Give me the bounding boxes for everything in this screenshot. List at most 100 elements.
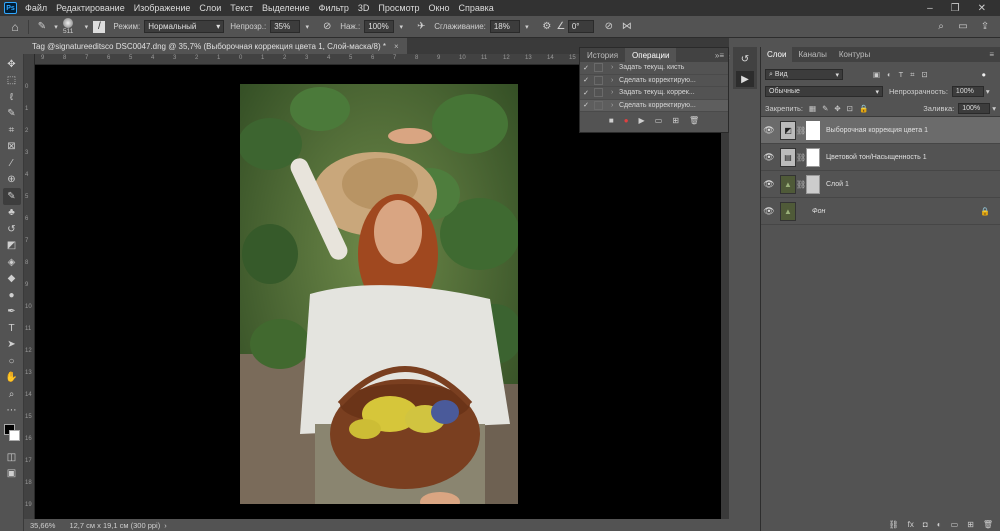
healing-brush-tool-icon[interactable]: ⊕	[3, 172, 21, 189]
type-tool-icon[interactable]: T	[3, 320, 21, 337]
clone-stamp-tool-icon[interactable]: ♣	[3, 205, 21, 222]
history-panel-icon[interactable]: ↺	[736, 51, 754, 67]
more-tools-icon[interactable]: ⋯	[3, 403, 21, 420]
menu-layers[interactable]: Слои	[199, 3, 221, 13]
eyedropper-tool-icon[interactable]: ⁄	[3, 155, 21, 172]
delete-layer-icon[interactable]: 🗑	[983, 520, 993, 529]
lock-position-icon[interactable]: ✥	[834, 104, 840, 113]
home-icon[interactable]: ⌂	[8, 20, 22, 34]
layer-name[interactable]: Цветовой тон/Насыщенность 1	[826, 154, 927, 161]
chevron-down-icon[interactable]: ▾	[49, 20, 63, 34]
filter-pixel-icon[interactable]: ▣	[873, 70, 880, 80]
quick-selection-tool-icon[interactable]: ✎	[3, 106, 21, 123]
path-selection-tool-icon[interactable]: ➤	[3, 337, 21, 354]
action-item[interactable]: ✓ › Задать текущ. кисть	[580, 62, 728, 75]
layer-mask-thumbnail[interactable]	[806, 120, 820, 140]
search-icon[interactable]: ⌕	[934, 20, 948, 34]
maximize-icon[interactable]: ❐	[951, 3, 960, 14]
menu-file[interactable]: Файл	[25, 3, 47, 13]
flow-field[interactable]: 100%	[364, 20, 395, 33]
quick-mask-icon[interactable]: ◫	[3, 449, 21, 466]
layer-row[interactable]: 👁 ▲ ⛓ Слой 1	[761, 171, 1000, 198]
tab-paths[interactable]: Контуры	[833, 47, 876, 62]
stop-icon[interactable]: ■	[609, 116, 614, 125]
history-brush-tool-icon[interactable]: ↺	[3, 221, 21, 238]
layer-row[interactable]: 👁 ▤ ⛓ Цветовой тон/Насыщенность 1	[761, 144, 1000, 171]
filter-smart-object-icon[interactable]: ⊡	[921, 70, 927, 80]
menu-select[interactable]: Выделение	[262, 3, 310, 13]
menu-view[interactable]: Просмотр	[378, 3, 419, 13]
airbrush-icon[interactable]: ✈	[414, 20, 428, 34]
layer-mask-thumbnail[interactable]	[806, 147, 820, 167]
filter-toggle-icon[interactable]: ●	[981, 70, 986, 79]
eraser-tool-icon[interactable]: ◩	[3, 238, 21, 255]
lasso-tool-icon[interactable]: ℓ	[3, 89, 21, 106]
layer-mask-thumbnail[interactable]	[806, 174, 820, 194]
smoothing-field[interactable]: 18%	[489, 20, 520, 33]
check-icon[interactable]: ✓	[580, 64, 592, 72]
panel-menu-icon[interactable]: ≡	[989, 50, 1000, 59]
document-tab[interactable]: Tag @signatureeditsco DSC0047.dng @ 35,7…	[24, 38, 407, 54]
new-action-icon[interactable]: ⊞	[672, 116, 679, 125]
zoom-tool-icon[interactable]: ⌕	[3, 386, 21, 403]
brush-settings-icon[interactable]: /	[93, 20, 106, 33]
chevron-down-icon[interactable]: ▾	[986, 87, 990, 96]
background-color-swatch[interactable]	[8, 430, 20, 441]
actions-panel-icon[interactable]: ▶	[736, 71, 754, 87]
screen-mode-icon[interactable]: ▣	[3, 466, 21, 483]
color-swatches[interactable]	[3, 423, 21, 443]
filter-type-icon[interactable]: T	[899, 70, 904, 80]
filter-shape-icon[interactable]: ⌗	[910, 70, 914, 80]
close-tab-icon[interactable]: ×	[394, 42, 399, 51]
crop-tool-icon[interactable]: ⌗	[3, 122, 21, 139]
tab-history[interactable]: История	[580, 48, 625, 62]
layer-name[interactable]: Выборочная коррекция цвета 1	[826, 127, 928, 134]
link-layers-icon[interactable]: ⛓	[889, 520, 899, 529]
brush-tool-icon[interactable]: ✎	[2, 188, 21, 205]
layer-row[interactable]: 👁 ▲ Фон 🔒	[761, 198, 1000, 225]
new-group-icon[interactable]: ▭	[951, 520, 959, 529]
chevron-down-icon[interactable]: ▾	[992, 104, 996, 113]
panel-menu-icon[interactable]: »≡	[715, 51, 728, 60]
smoothing-settings-gear-icon[interactable]: ⚙	[540, 20, 554, 34]
expand-arrow-icon[interactable]: ›	[611, 64, 619, 71]
tab-actions[interactable]: Операции	[625, 48, 677, 62]
dialog-toggle[interactable]	[594, 63, 603, 73]
lock-all-icon[interactable]: 🔒	[859, 104, 868, 113]
dialog-toggle[interactable]	[594, 88, 603, 98]
lock-artboard-icon[interactable]: ⊡	[847, 104, 853, 113]
new-set-icon[interactable]: ▭	[655, 116, 663, 125]
marquee-tool-icon[interactable]: ⬚	[3, 73, 21, 90]
visibility-eye-icon[interactable]: 👁	[761, 179, 777, 190]
hand-tool-icon[interactable]: ✋	[3, 370, 21, 387]
filter-adjustment-icon[interactable]: ◐	[887, 70, 892, 80]
layer-opacity-field[interactable]: 100%	[951, 86, 984, 97]
pressure-size-icon[interactable]: ⊘	[602, 20, 616, 34]
menu-edit[interactable]: Редактирование	[56, 3, 125, 13]
minimize-icon[interactable]: –	[927, 3, 933, 14]
expand-arrow-icon[interactable]: ›	[611, 77, 619, 84]
tab-layers[interactable]: Слои	[761, 47, 793, 62]
menu-type[interactable]: Текст	[230, 3, 253, 13]
layer-name[interactable]: Фон	[812, 208, 825, 215]
action-item-selected[interactable]: ✓ › Сделать корректирую...	[580, 99, 728, 112]
blur-tool-icon[interactable]: ◆	[3, 271, 21, 288]
menu-help[interactable]: Справка	[458, 3, 493, 13]
fill-field[interactable]: 100%	[958, 102, 991, 114]
check-icon[interactable]: ✓	[580, 76, 592, 84]
chevron-down-icon[interactable]: ▾	[79, 20, 93, 34]
tab-channels[interactable]: Каналы	[792, 47, 832, 62]
brush-preset-picker[interactable]: 511	[63, 17, 73, 36]
visibility-eye-icon[interactable]: 👁	[761, 125, 777, 136]
menu-3d[interactable]: 3D	[358, 3, 370, 13]
expand-arrow-icon[interactable]: ›	[611, 102, 619, 109]
canvas-area[interactable]	[35, 65, 721, 519]
symmetry-icon[interactable]: ⋈	[620, 20, 634, 34]
record-icon[interactable]: ●	[624, 116, 629, 125]
menu-image[interactable]: Изображение	[134, 3, 191, 13]
expand-arrow-icon[interactable]: ›	[611, 89, 619, 96]
layer-style-icon[interactable]: fx	[908, 520, 914, 529]
action-item[interactable]: ✓ › Задать текущ. коррек...	[580, 87, 728, 100]
brush-tool-icon[interactable]: ✎	[35, 20, 49, 34]
check-icon[interactable]: ✓	[580, 101, 592, 109]
